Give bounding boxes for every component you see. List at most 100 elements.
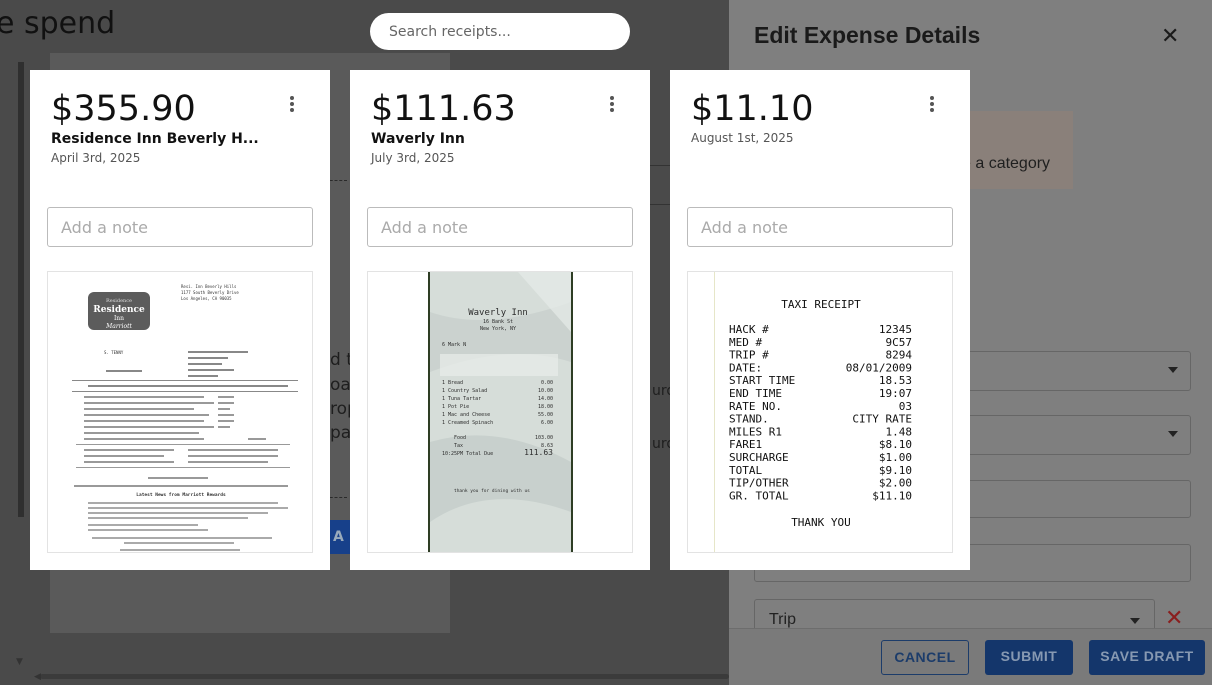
receipt-row-label: MED #: [729, 336, 762, 349]
receipt-image[interactable]: Waverly Inn 16 Bank St New York, NY 6 Ma…: [367, 271, 633, 553]
receipt-row-label: TOTAL: [729, 464, 762, 477]
receipt-row-value: $2.00: [879, 477, 912, 490]
receipt-row-label: RATE NO.: [729, 400, 782, 413]
receipt-item: 1 Tuna Tartar: [442, 396, 481, 402]
restaurant-receipt-image: Waverly Inn 16 Bank St New York, NY 6 Ma…: [368, 272, 632, 552]
receipt-row-label: STAND.: [729, 413, 769, 426]
receipt-row-value: 03: [899, 400, 912, 413]
receipt-item-price: 55.00: [538, 412, 553, 418]
receipt-row-value: 12345: [879, 323, 912, 336]
receipt-item-price: 14.00: [538, 396, 553, 402]
receipt-amount: $11.10: [691, 89, 814, 129]
search-input[interactable]: [389, 13, 619, 50]
receipt-image[interactable]: TAXI RECEIPT HACK # 12345 MED # 9C57 TRIP # 8…: [687, 271, 953, 553]
panel-title: Edit Expense Details: [754, 22, 981, 48]
receipt-item: 1 Mac and Cheese: [442, 412, 490, 418]
receipt-row-value: $1.00: [879, 451, 912, 464]
receipt-text: 103.00: [535, 435, 553, 441]
receipt-row-value: 9C57: [886, 336, 913, 349]
receipt-row-label: DATE:: [729, 361, 762, 374]
hotel-receipt-image: Residence Residence Inn Marriott Resi. I…: [48, 272, 312, 552]
receipt-text: Tax: [454, 443, 463, 449]
receipt-item-price: 10.00: [538, 388, 553, 394]
more-options-icon[interactable]: [282, 96, 302, 116]
receipt-text: S. TENNY: [104, 350, 124, 355]
category-hint: e a category: [962, 155, 1051, 172]
receipt-row-value: 19:07: [879, 387, 912, 400]
receipt-text: Resi. Inn Beverly Hills: [181, 284, 237, 289]
receipt-row-value: 8294: [886, 349, 913, 362]
receipt-row-value: $11.10: [872, 489, 912, 502]
receipt-text: 10:25PM Total Due: [442, 451, 493, 457]
note-input[interactable]: [687, 207, 953, 247]
receipt-text: 1177 South Beverly Drive: [181, 290, 239, 295]
background-button: A: [330, 520, 350, 554]
receipt-row-label: SURCHARGE: [729, 451, 789, 464]
receipt-item: 1 Bread: [442, 380, 463, 386]
receipt-row-label: TRIP #: [729, 349, 769, 362]
receipt-row-value: 18.53: [879, 374, 912, 387]
save-draft-button[interactable]: SAVE DRAFT: [1089, 640, 1205, 675]
receipt-row-label: MILES R1: [729, 425, 782, 438]
panel-footer: CANCEL SUBMIT SAVE DRAFT: [729, 628, 1212, 685]
receipt-card[interactable]: $111.63 Waverly Inn July 3rd, 2025 Waver…: [350, 70, 650, 570]
receipt-date: April 3rd, 2025: [51, 151, 141, 165]
receipt-text: Latest News from Marriott Rewards: [136, 492, 226, 498]
receipt-row-label: TIP/OTHER: [729, 477, 789, 490]
receipt-text: New York, NY: [480, 326, 516, 332]
receipt-item: 1 Creamed Spinach: [442, 420, 493, 426]
receipt-date: August 1st, 2025: [691, 131, 794, 145]
receipt-row-label: END TIME: [729, 387, 782, 400]
chevron-down-icon: [1130, 618, 1140, 624]
search-bar: [370, 13, 630, 50]
receipt-item: 1 Pot Pie: [442, 404, 469, 410]
logo-text: Residence: [106, 298, 132, 304]
receipt-row-value: 08/01/2009: [846, 361, 912, 374]
logo-text: Marriott: [105, 323, 132, 330]
receipt-item: 1 Country Salad: [442, 388, 487, 394]
receipt-item-price: 18.00: [538, 404, 553, 410]
note-input[interactable]: [367, 207, 633, 247]
receipt-row-label: START TIME: [729, 374, 795, 387]
taxi-receipt-image: TAXI RECEIPT HACK # 12345 MED # 9C57 TRIP # 8…: [688, 272, 952, 552]
receipt-card[interactable]: $11.10 August 1st, 2025 TAXI RECEIPT HAC…: [670, 70, 970, 570]
trip-value: Trip: [769, 611, 796, 628]
horizontal-scrollbar[interactable]: [40, 674, 729, 679]
receipt-item-price: 0.00: [541, 380, 553, 386]
more-options-icon[interactable]: [922, 96, 942, 116]
close-icon[interactable]: ✕: [1161, 24, 1179, 49]
submit-button[interactable]: SUBMIT: [985, 640, 1073, 675]
logo-text: Inn: [114, 315, 124, 322]
receipt-row-value: 1.48: [886, 425, 913, 438]
receipt-row-value: $9.10: [879, 464, 912, 477]
more-options-icon[interactable]: [602, 96, 622, 116]
scroll-down-icon[interactable]: ▼: [16, 657, 23, 667]
receipt-row-value: $8.10: [879, 438, 912, 451]
receipt-date: July 3rd, 2025: [371, 151, 455, 165]
chevron-down-icon: [1168, 431, 1178, 437]
receipt-row-label: GR. TOTAL: [729, 489, 789, 502]
scroll-left-icon[interactable]: ◀: [34, 672, 41, 682]
receipt-amount: $111.63: [371, 89, 516, 129]
receipt-merchant: Waverly Inn: [371, 131, 465, 147]
receipt-text: 16 Bank St: [483, 319, 513, 325]
logo-text: Residence: [93, 305, 145, 315]
receipt-text: 6 Mark N: [442, 342, 466, 348]
receipt-text: thank you for dining with us: [454, 488, 530, 494]
receipt-row-label: FARE1: [729, 438, 762, 451]
sidebar-scrollbar: [18, 62, 24, 517]
receipt-text: Food: [454, 435, 466, 441]
note-input[interactable]: [47, 207, 313, 247]
receipt-card[interactable]: $355.90 Residence Inn Beverly H... April…: [30, 70, 330, 570]
app-title: e spend: [0, 6, 116, 41]
receipt-text: Los Angeles, CA 90035: [181, 296, 232, 301]
receipt-title: TAXI RECEIPT: [781, 298, 861, 311]
cancel-button[interactable]: CANCEL: [881, 640, 969, 675]
chevron-down-icon: [1168, 367, 1178, 373]
receipt-total: 111.63: [524, 448, 553, 457]
receipt-row-label: HACK #: [729, 323, 769, 336]
receipt-row-value: CITY RATE: [852, 413, 912, 426]
receipt-image[interactable]: Residence Residence Inn Marriott Resi. I…: [47, 271, 313, 553]
receipt-text: THANK YOU: [791, 516, 851, 529]
background-text: oa: [330, 375, 351, 395]
